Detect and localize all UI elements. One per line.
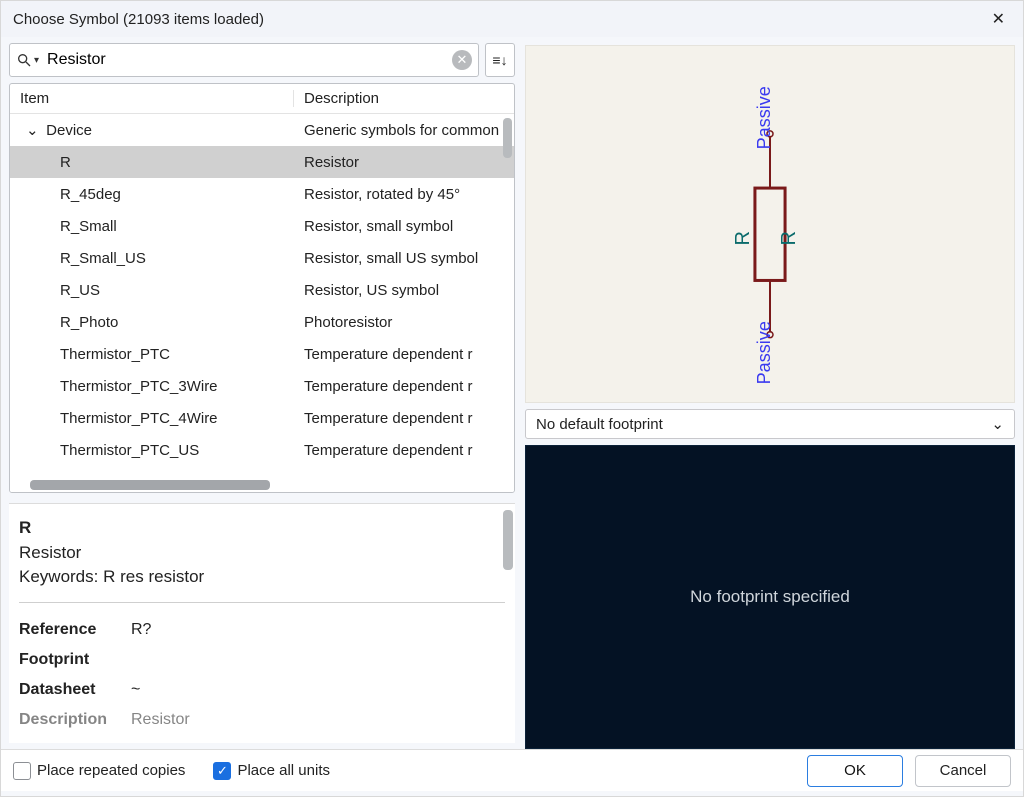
sort-button[interactable]: ≡↓ bbox=[485, 43, 515, 77]
preview-ref: R bbox=[732, 231, 754, 246]
sort-icon: ≡↓ bbox=[492, 52, 507, 68]
detail-keywords-line: Keywords: R res resistor bbox=[19, 565, 505, 590]
left-column: ▾ ✕ ≡↓ Item Description ⌄ Device bbox=[9, 43, 515, 749]
field-row-footprint: Footprint bbox=[19, 645, 505, 675]
column-header-item[interactable]: Item bbox=[10, 90, 294, 107]
field-row-datasheet: Datasheet ~ bbox=[19, 675, 505, 705]
tree-item-row[interactable]: R_Small Resistor, small symbol bbox=[10, 210, 514, 242]
tree-item-row[interactable]: Thermistor_PTC Temperature dependent r bbox=[10, 338, 514, 370]
clear-search-icon[interactable]: ✕ bbox=[452, 50, 472, 70]
keywords-value: R res resistor bbox=[103, 567, 204, 586]
checkbox-place-all-units[interactable]: ✓ Place all units bbox=[213, 762, 330, 780]
window-title: Choose Symbol (21093 items loaded) bbox=[13, 11, 264, 28]
tree-item-description: Photoresistor bbox=[304, 314, 392, 331]
ok-button[interactable]: OK bbox=[807, 755, 903, 787]
search-menu-caret-icon[interactable]: ▾ bbox=[34, 55, 39, 66]
tree-item-row[interactable]: Thermistor_PTC_3Wire Temperature dependen… bbox=[10, 370, 514, 402]
tree-item-description: Temperature dependent r bbox=[304, 410, 472, 427]
field-value-reference: R? bbox=[131, 621, 151, 639]
tree-item-name: Thermistor_PTC_US bbox=[60, 442, 199, 459]
symbol-preview[interactable]: Passive Passive R R bbox=[525, 45, 1015, 403]
tree-item-row[interactable]: R Resistor bbox=[10, 146, 514, 178]
vertical-scrollbar[interactable] bbox=[503, 118, 512, 158]
tree-item-name: R_Small bbox=[60, 218, 117, 235]
field-label-footprint: Footprint bbox=[19, 651, 131, 669]
checkbox-box: ✓ bbox=[213, 762, 231, 780]
cancel-button[interactable]: Cancel bbox=[915, 755, 1011, 787]
horizontal-scrollbar[interactable] bbox=[10, 478, 514, 492]
field-value-datasheet: ~ bbox=[131, 681, 140, 699]
checkbox-label-all-units: Place all units bbox=[237, 762, 330, 779]
tree-item-row[interactable]: R_45deg Resistor, rotated by 45° bbox=[10, 178, 514, 210]
tree-item-row[interactable]: R_US Resistor, US symbol bbox=[10, 274, 514, 306]
tree-item-name: R_Small_US bbox=[60, 250, 146, 267]
checkbox-place-repeated[interactable]: Place repeated copies bbox=[13, 762, 185, 780]
right-column: Passive Passive R R No default footprint… bbox=[525, 43, 1015, 749]
preview-value: R bbox=[778, 231, 800, 246]
tree-item-description: Resistor, US symbol bbox=[304, 282, 439, 299]
tree-item-description: Resistor, small symbol bbox=[304, 218, 453, 235]
tree-item-description: Resistor, rotated by 45° bbox=[304, 186, 460, 203]
option-checkboxes: Place repeated copies ✓ Place all units bbox=[13, 762, 330, 780]
tree-library-row[interactable]: ⌄ Device Generic symbols for common bbox=[10, 114, 514, 146]
footprint-select[interactable]: No default footprint ⌄ bbox=[525, 409, 1015, 439]
tree-header: Item Description bbox=[10, 84, 514, 114]
field-row-description: Description Resistor bbox=[19, 705, 505, 735]
scrollbar-thumb[interactable] bbox=[30, 480, 270, 490]
tree-item-name: R bbox=[60, 154, 71, 171]
tree-item-row[interactable]: R_Small_US Resistor, small US symbol bbox=[10, 242, 514, 274]
search-field-wrap[interactable]: ▾ ✕ bbox=[9, 43, 479, 77]
pin-label-top: Passive bbox=[754, 86, 774, 149]
field-label-description: Description bbox=[19, 711, 131, 729]
tree-item-description: Temperature dependent r bbox=[304, 346, 472, 363]
detail-name: R bbox=[19, 516, 505, 541]
field-value-description: Resistor bbox=[131, 711, 190, 729]
tree-item-name: Thermistor_PTC_3Wire bbox=[60, 378, 218, 395]
tree-item-name: R_Photo bbox=[60, 314, 118, 331]
symbol-tree: Item Description ⌄ Device Generic symbol… bbox=[9, 83, 515, 493]
footprint-select-label: No default footprint bbox=[536, 416, 663, 433]
tree-item-name: R_US bbox=[60, 282, 100, 299]
checkbox-box bbox=[13, 762, 31, 780]
tree-body[interactable]: ⌄ Device Generic symbols for common R Res… bbox=[10, 114, 514, 478]
pin-label-bottom: Passive bbox=[754, 321, 774, 384]
keywords-label: Keywords: bbox=[19, 567, 98, 586]
tree-item-description: Resistor bbox=[304, 154, 359, 171]
library-description: Generic symbols for common bbox=[294, 122, 514, 139]
chevron-down-icon: ⌄ bbox=[991, 415, 1004, 433]
tree-item-description: Resistor, small US symbol bbox=[304, 250, 478, 267]
tree-item-name: R_45deg bbox=[60, 186, 121, 203]
chevron-down-icon[interactable]: ⌄ bbox=[26, 121, 40, 139]
footprint-view-message: No footprint specified bbox=[690, 587, 850, 607]
column-header-description[interactable]: Description bbox=[294, 90, 514, 107]
content-area: ▾ ✕ ≡↓ Item Description ⌄ Device bbox=[1, 37, 1023, 749]
tree-item-row[interactable]: Thermistor_PTC_4Wire Temperature dependen… bbox=[10, 402, 514, 434]
titlebar: Choose Symbol (21093 items loaded) ✕ bbox=[1, 1, 1023, 37]
detail-divider bbox=[19, 602, 505, 603]
field-label-datasheet: Datasheet bbox=[19, 681, 131, 699]
search-input[interactable] bbox=[45, 50, 452, 70]
tree-item-row[interactable]: Thermistor_PTC_US Temperature dependent r bbox=[10, 434, 514, 466]
close-icon[interactable]: ✕ bbox=[984, 5, 1013, 33]
field-row-reference: Reference R? bbox=[19, 615, 505, 645]
tree-item-name: Thermistor_PTC_4Wire bbox=[60, 410, 218, 427]
bottom-bar: Place repeated copies ✓ Place all units … bbox=[1, 749, 1023, 791]
details-scrollbar[interactable] bbox=[503, 510, 513, 570]
tree-item-row[interactable]: R_Photo Photoresistor bbox=[10, 306, 514, 338]
details-panel: R Resistor Keywords: R res resistor Refe… bbox=[9, 503, 515, 743]
tree-item-name: Thermistor_PTC bbox=[60, 346, 170, 363]
tree-item-description: Temperature dependent r bbox=[304, 378, 472, 395]
checkbox-label-repeated: Place repeated copies bbox=[37, 762, 185, 779]
tree-item-description: Temperature dependent r bbox=[304, 442, 472, 459]
footprint-viewer[interactable]: No footprint specified bbox=[525, 445, 1015, 749]
detail-type: Resistor bbox=[19, 541, 505, 566]
dialog-buttons: OK Cancel bbox=[807, 755, 1011, 787]
search-icon bbox=[16, 52, 32, 68]
search-row: ▾ ✕ ≡↓ bbox=[9, 43, 515, 77]
field-label-reference: Reference bbox=[19, 621, 131, 639]
library-name: Device bbox=[46, 122, 92, 139]
